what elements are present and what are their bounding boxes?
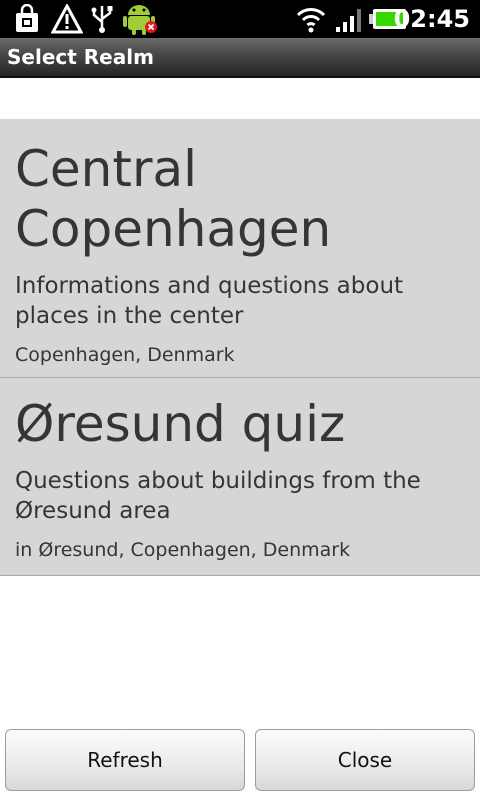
- realm-item[interactable]: Central Copenhagen Informations and ques…: [0, 119, 480, 378]
- usb-icon: [89, 4, 115, 34]
- shopping-bag-icon: [13, 4, 41, 34]
- realm-item[interactable]: Øresund quiz Questions about buildings f…: [0, 378, 480, 576]
- refresh-button[interactable]: Refresh: [5, 729, 245, 791]
- realm-list: Central Copenhagen Informations and ques…: [0, 119, 480, 576]
- signal-icon: [334, 4, 364, 34]
- realm-location: Copenhagen, Denmark: [15, 344, 235, 366]
- close-button[interactable]: Close: [255, 729, 475, 791]
- status-bar-time: 02:45: [393, 5, 470, 33]
- realm-title: Central Copenhagen: [15, 140, 332, 258]
- title-bar: Select Realm: [0, 38, 480, 78]
- realm-description: Informations and questions about places …: [15, 273, 404, 329]
- button-row: Refresh Close: [0, 729, 480, 791]
- page-title: Select Realm: [7, 45, 154, 69]
- wifi-icon: [295, 4, 327, 34]
- realm-location: in Øresund, Copenhagen, Denmark: [15, 539, 351, 561]
- status-bar: 02:45: [0, 0, 480, 38]
- realm-title: Øresund quiz: [15, 395, 346, 453]
- warning-icon: [51, 4, 83, 34]
- realm-description: Questions about buildings from the Øresu…: [15, 468, 421, 524]
- android-debug-icon: [121, 4, 159, 35]
